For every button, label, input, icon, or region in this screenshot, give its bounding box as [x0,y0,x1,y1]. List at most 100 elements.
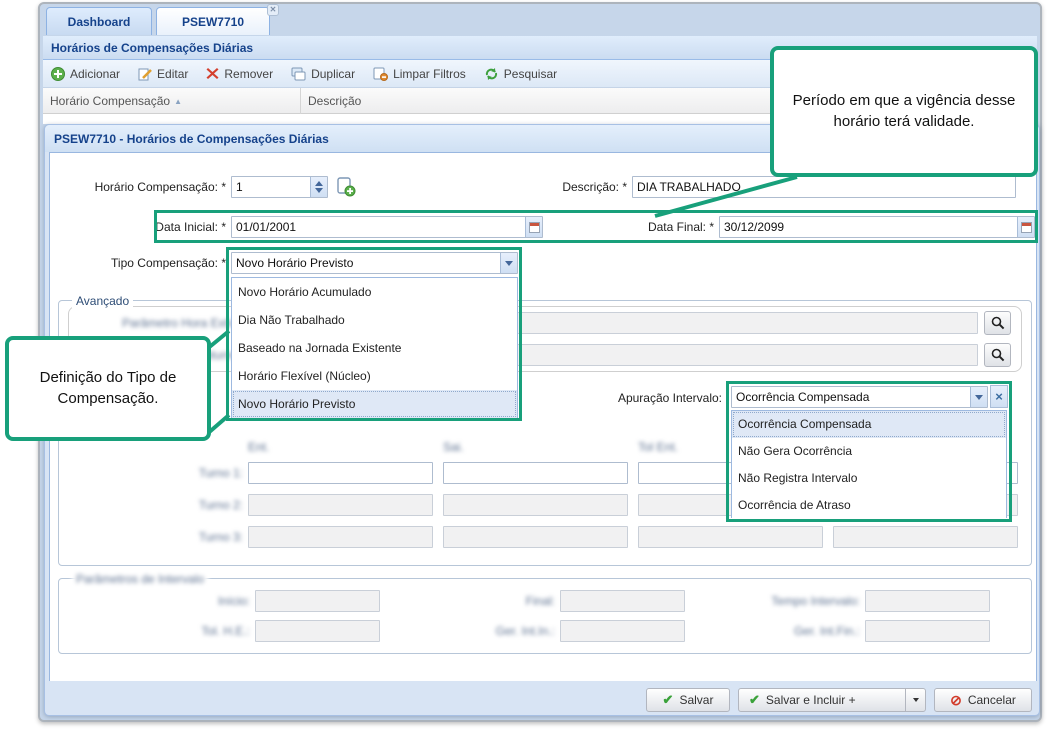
tol-he-label: Tol. H.E.: [150,624,250,638]
turno3-label: Turno 3: [133,530,243,544]
pesquisar-label: Pesquisar [504,67,557,81]
apuracao-option-nao-gera[interactable]: Não Gera Ocorrência [732,438,1006,465]
apuracao-intervalo-combo[interactable]: Ocorrência Compensada [731,386,988,408]
tipo-option-baseado-jornada[interactable]: Baseado na Jornada Existente [232,334,517,362]
refresh-search-icon [484,67,499,81]
turno2-label: Turno 2: [133,498,243,512]
turno3-sai-field [443,526,628,548]
check-icon: ✔ [749,692,760,708]
salvar-button[interactable]: ✔ Salvar [646,688,730,712]
tipo-combo-dropdown-trigger[interactable] [500,252,518,274]
spinner-up-icon[interactable] [315,181,323,186]
turno1-ent-field[interactable] [248,462,433,484]
ger-int-fin-field [865,620,990,642]
apuracao-option-atraso[interactable]: Ocorrência de Atraso [732,492,1006,519]
apuracao-clear-button[interactable]: × [990,385,1008,408]
turno-col-tol-ent-header: Tol Ent. [638,440,708,454]
cancelar-label: Cancelar [968,693,1016,707]
tab-psew7710-label: PSEW7710 [182,15,244,29]
data-inicial-field[interactable]: 01/01/2001 [231,216,543,238]
data-final-calendar-trigger[interactable] [1017,216,1035,238]
modal-title: PSEW7710 - Horários de Compensações Diár… [54,132,329,146]
sort-asc-icon: ▲ [174,97,182,106]
apuracao-dropdown-list: Ocorrência Compensada Não Gera Ocorrênci… [731,410,1007,518]
ger-int-in-field [560,620,685,642]
editar-button[interactable]: Editar [138,67,188,81]
tipo-compensacao-label: Tipo Compensação: * [60,256,226,270]
chevron-down-icon [505,261,513,266]
descricao-label: Descrição: * [500,180,627,194]
tab-dashboard-label: Dashboard [68,15,131,29]
copy-icon [291,67,306,81]
panel-title: Horários de Compensações Diárias [51,41,253,55]
tipo-compensacao-combo[interactable]: Novo Horário Previsto [231,252,518,274]
descricao-field[interactable]: DIA TRABALHADO [632,176,1016,198]
editar-label: Editar [157,67,188,81]
data-inicial-value: 01/01/2001 [236,220,296,234]
tipo-option-previsto[interactable]: Novo Horário Previsto [232,390,517,418]
data-inicial-label: Data Inicial: * [90,220,226,234]
grid-column-horario[interactable]: Horário Compensação ▲ [43,88,301,114]
lookup2-search-button[interactable] [984,343,1011,367]
turno3-tol-ent-field [638,526,823,548]
apuracao-combo-dropdown-trigger[interactable] [970,386,988,408]
inicio-field [255,590,380,612]
tipo-compensacao-value: Novo Horário Previsto [236,256,353,270]
chevron-down-icon [975,395,983,400]
calendar-icon [1021,222,1032,233]
tab-close-icon[interactable]: ✕ [267,4,279,16]
ger-int-in-label: Ger. Int.In.: [455,624,555,638]
data-inicial-calendar-trigger[interactable] [525,216,543,238]
duplicar-label: Duplicar [311,67,355,81]
salvar-incluir-button[interactable]: ✔ Salvar e Incluir + [738,688,926,712]
salvar-incluir-menu-trigger[interactable] [905,689,925,711]
descricao-value: DIA TRABALHADO [637,180,741,194]
adicionar-button[interactable]: Adicionar [51,67,120,81]
apuracao-option-compensada[interactable]: Ocorrência Compensada [732,411,1006,438]
grid-column-horario-label: Horário Compensação [50,94,170,108]
avancado-legend: Avançado [72,294,133,308]
cancelar-button[interactable]: ⊘ Cancelar [934,688,1032,712]
salvar-incluir-label: Salvar e Incluir + [766,693,856,707]
tipo-option-acumulado[interactable]: Novo Horário Acumulado [232,278,517,306]
horario-compensacao-spinner[interactable]: 1 [231,176,328,198]
turno-col-ent-header: Ent. [248,440,308,454]
turno2-sai-field [443,494,628,516]
search-icon [991,348,1005,362]
tab-psew7710[interactable]: PSEW7710 ✕ [156,7,270,35]
lookup1-label: Parâmetro Hora Extra: [60,316,242,330]
tab-dashboard[interactable]: Dashboard [46,7,152,35]
final-field [560,590,685,612]
callout-definicao: Definição do Tipo de Compensação. [5,336,211,441]
grid-column-descricao-label: Descrição [308,94,361,108]
lookup1-search-button[interactable] [984,311,1011,335]
remover-button[interactable]: Remover [206,67,273,81]
intervalo-legend: Parâmetros de Intervalo [72,572,208,586]
spinner-down-icon[interactable] [315,188,323,193]
apuracao-intervalo-label: Apuração Intervalo: [580,391,722,405]
turno-col-sai-header: Sai. [443,440,503,454]
final-label: Final: [455,594,555,608]
pesquisar-button[interactable]: Pesquisar [484,67,557,81]
callout-periodo: Período em que a vigência desse horário … [770,46,1038,177]
add-icon [51,67,65,81]
duplicar-button[interactable]: Duplicar [291,67,355,81]
clear-filters-icon [373,67,388,81]
ger-int-fin-label: Ger. Int.Fin.: [730,624,860,638]
apuracao-option-nao-registra[interactable]: Não Registra Intervalo [732,465,1006,492]
tol-he-field [255,620,380,642]
tipo-option-dia-nao-trabalhado[interactable]: Dia Não Trabalhado [232,306,517,334]
tempo-intervalo-field [865,590,990,612]
turno1-sai-field[interactable] [443,462,628,484]
data-final-field[interactable]: 30/12/2099 [719,216,1035,238]
spinner-arrows[interactable] [310,176,328,198]
limpar-filtros-button[interactable]: Limpar Filtros [373,67,466,81]
tipo-option-flexivel[interactable]: Horário Flexível (Núcleo) [232,362,517,390]
calendar-icon [529,222,540,233]
new-record-icon[interactable] [336,177,356,197]
data-final-label: Data Final: * [600,220,714,234]
chevron-down-icon [913,698,919,702]
horario-compensacao-label: Horário Compensação: * [40,180,226,194]
tempo-intervalo-label: Tempo Intervalo: [730,594,860,608]
cancel-icon: ⊘ [950,692,962,709]
